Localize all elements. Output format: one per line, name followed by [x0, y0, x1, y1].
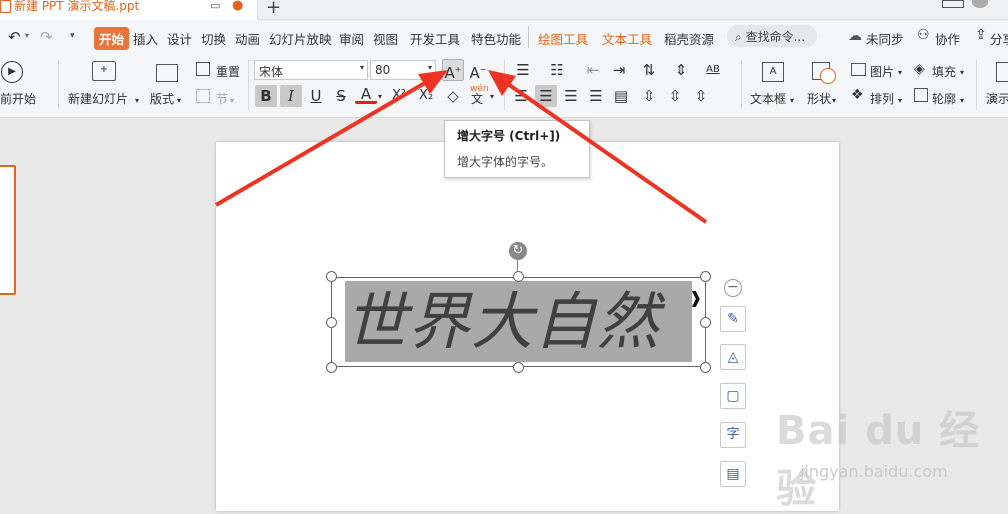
arrow-right-line — [503, 80, 708, 224]
arrow-left-head — [418, 70, 448, 94]
arrow-right-head — [488, 70, 516, 96]
arrow-left-line — [214, 78, 432, 207]
annotation-arrows — [214, 70, 708, 224]
